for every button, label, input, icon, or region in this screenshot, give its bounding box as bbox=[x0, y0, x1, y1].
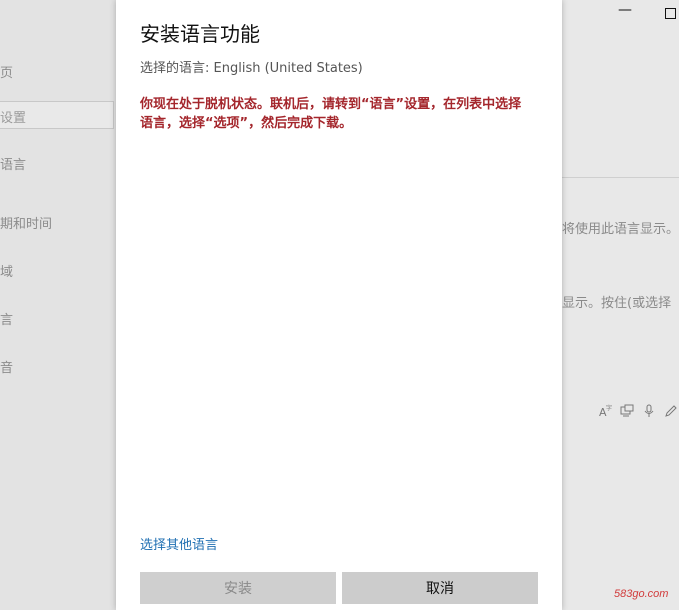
display-icon bbox=[620, 404, 634, 418]
selected-language-text: 选择的语言: English (United States) bbox=[140, 61, 363, 76]
svg-text:字: 字 bbox=[606, 404, 612, 412]
settings-sidebar: 页 设置 语言 期和时间 域 言 音 bbox=[0, 0, 116, 610]
install-button[interactable]: 安装 bbox=[140, 572, 336, 604]
sidebar-item-region[interactable]: 域 bbox=[0, 261, 13, 280]
minimize-button[interactable]: — bbox=[618, 2, 632, 18]
sidebar-item-date-time[interactable]: 期和时间 bbox=[0, 213, 52, 232]
background-text-display: 将使用此语言显示。 bbox=[562, 222, 679, 237]
watermark-text: 583go.com bbox=[614, 588, 669, 600]
choose-other-language-link[interactable]: 选择其他语言 bbox=[140, 534, 218, 553]
cancel-button[interactable]: 取消 bbox=[342, 572, 538, 604]
language-feature-icons: A字 bbox=[598, 404, 678, 419]
handwriting-icon bbox=[664, 404, 678, 418]
dialog-title: 安装语言功能 bbox=[140, 22, 260, 46]
sidebar-item-home[interactable]: 页 bbox=[0, 62, 13, 81]
search-placeholder: 设置 bbox=[0, 111, 27, 126]
sidebar-item-language[interactable]: 语言 bbox=[0, 154, 26, 173]
install-language-dialog: 安装语言功能 选择的语言: English (United States) 你现… bbox=[116, 0, 562, 610]
text-icon: A字 bbox=[598, 404, 612, 419]
search-input[interactable]: 设置 bbox=[0, 101, 114, 129]
sidebar-item-speech[interactable]: 言 bbox=[0, 309, 13, 328]
background-text-hold: 显示。按住(或选择 bbox=[562, 296, 672, 311]
maximize-button[interactable] bbox=[665, 8, 676, 19]
sidebar-item-audio[interactable]: 音 bbox=[0, 357, 13, 376]
divider bbox=[562, 177, 679, 178]
offline-warning: 你现在处于脱机状态。联机后，请转到“语言”设置，在列表中选择语言，选择“选项”，… bbox=[140, 97, 522, 131]
microphone-icon bbox=[642, 404, 656, 418]
